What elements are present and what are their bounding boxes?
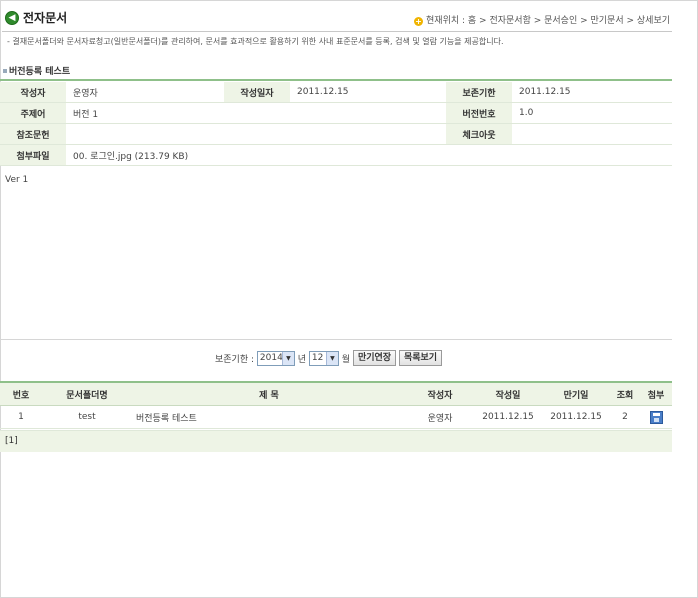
page-header: ◀ 전자문서 + 현재위치 : 홈 > 전자문서함 > 문서승인 > 만기문서 >… [0, 8, 698, 30]
section-title: 버전등록 테스트 [3, 64, 70, 77]
date-value: 2011.12.15 [290, 82, 446, 103]
breadcrumb-path[interactable]: 홈 > 전자문서함 > 문서승인 > 만기문서 > 상세보기 [468, 16, 670, 26]
breadcrumb: + 현재위치 : 홈 > 전자문서함 > 문서승인 > 만기문서 > 상세보기 [414, 13, 670, 26]
info-row: 첨부파일 00. 로그인.jpg (213.79 KB) [0, 144, 672, 166]
author-value: 운영자 [66, 82, 224, 103]
col-attach: 첨부 [640, 383, 672, 406]
year-unit: 년 [297, 354, 307, 365]
col-author: 작성자 [406, 383, 474, 406]
row-created: 2011.12.15 [474, 405, 542, 429]
page-link[interactable]: [1] [5, 436, 18, 446]
row-views: 2 [610, 405, 640, 429]
reference-value [66, 123, 446, 145]
retention-label: 보존기한 [446, 82, 512, 103]
row-expires: 2011.12.15 [542, 405, 610, 429]
subject-value: 버전 1 [66, 102, 446, 124]
month-select-value: 12 [311, 352, 324, 363]
list-button[interactable]: 목록보기 [398, 350, 443, 366]
row-attach [640, 405, 672, 429]
attachment-link[interactable]: 00. 로그인.jpg (213.79 KB) [66, 144, 672, 166]
checkout-label: 체크아웃 [446, 123, 512, 145]
retention-extend-controls: 보존기한 : 2014 ▼ 년 12 ▼ 월 만기연장 목록보기 [215, 350, 443, 368]
square-bullet-icon [3, 69, 7, 73]
attachment-label: 첨부파일 [0, 144, 66, 166]
breadcrumb-label: 현재위치 : [426, 16, 466, 26]
author-label: 작성자 [0, 82, 66, 103]
year-select-value: 2014 [259, 352, 283, 363]
document-info-table: 작성자 운영자 작성일자 2011.12.15 보존기한 2011.12.15 … [0, 82, 672, 166]
extend-button[interactable]: 만기연장 [352, 350, 397, 366]
header-divider [2, 31, 672, 32]
reference-label: 참조문헌 [0, 123, 66, 145]
chevron-down-icon: ▼ [325, 351, 338, 365]
month-unit: 월 [341, 354, 351, 365]
version-value: 1.0 [512, 102, 672, 124]
row-number: 1 [0, 405, 42, 429]
checkout-value [512, 123, 672, 145]
year-select[interactable]: 2014 ▼ [256, 350, 295, 366]
col-folder: 문서폴더명 [42, 383, 132, 406]
chevron-down-icon: ▼ [281, 351, 294, 365]
back-circle-icon[interactable]: ◀ [5, 11, 19, 25]
retention-value: 2011.12.15 [512, 82, 672, 103]
subject-label: 주제어 [0, 102, 66, 124]
body-divider [0, 339, 672, 340]
col-created: 작성일 [474, 383, 542, 406]
document-list-table: 번호 문서폴더명 제 목 작성자 작성일 만기일 조회 첨부 1 test 버전… [0, 383, 672, 429]
month-select[interactable]: 12 ▼ [308, 350, 339, 366]
col-title: 제 목 [132, 383, 406, 406]
row-folder: test [42, 405, 132, 429]
col-views: 조회 [610, 383, 640, 406]
table-row[interactable]: 1 test 버전등록 테스트 운영자 2011.12.15 2011.12.1… [0, 405, 672, 429]
document-body: Ver 1 [5, 175, 29, 185]
page-title: 전자문서 [23, 11, 68, 25]
version-label: 버전번호 [446, 102, 512, 124]
info-top-border [0, 79, 672, 81]
page-description: - 결재문서폴더와 문서자료청고(일반문서폴더)를 관리하여, 문서를 효과적으… [7, 37, 504, 46]
list-header-row: 번호 문서폴더명 제 목 작성자 작성일 만기일 조회 첨부 [0, 383, 672, 406]
plus-icon: + [414, 17, 424, 26]
row-title-link[interactable]: 버전등록 테스트 [132, 405, 406, 429]
section-title-text: 버전등록 테스트 [9, 67, 71, 77]
info-row: 작성자 운영자 작성일자 2011.12.15 보존기한 2011.12.15 [0, 82, 672, 103]
date-label: 작성일자 [224, 82, 290, 103]
col-expires: 만기일 [542, 383, 610, 406]
floppy-disk-icon[interactable] [649, 410, 663, 424]
col-number: 번호 [0, 383, 42, 406]
row-author: 운영자 [406, 405, 474, 429]
extend-label: 보존기한 : [215, 354, 255, 365]
info-row: 주제어 버전 1 버전번호 1.0 [0, 102, 672, 124]
info-row: 참조문헌 체크아웃 [0, 123, 672, 145]
pagination: [1] [0, 430, 672, 452]
